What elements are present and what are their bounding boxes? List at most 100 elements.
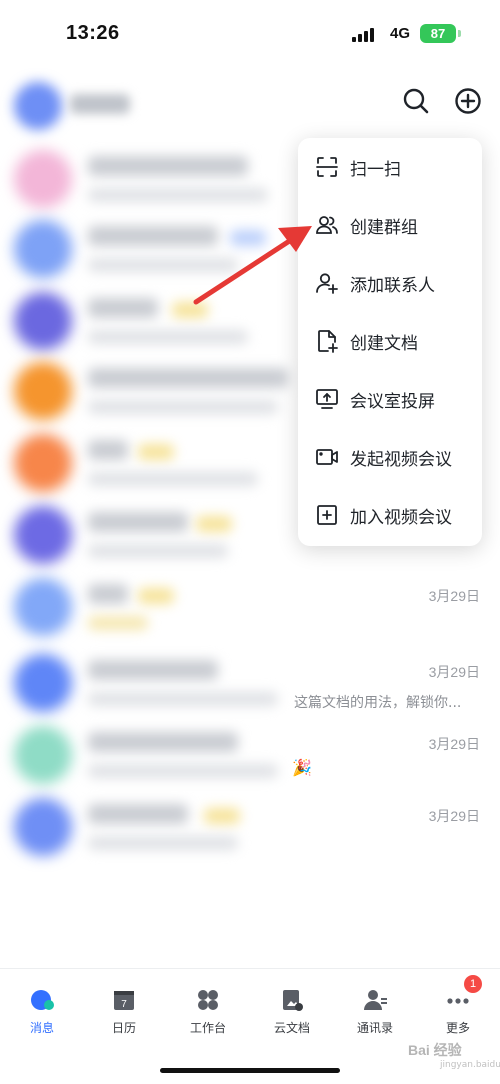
tab-calendar[interactable]: 7 日历 — [94, 985, 154, 1041]
chat-time: 3月29日 — [428, 588, 480, 604]
chat-title — [88, 512, 188, 532]
chat-avatar — [14, 150, 72, 208]
chat-time: 3月29日 — [428, 736, 480, 752]
chat-preview — [88, 544, 228, 558]
chat-preview — [88, 400, 278, 414]
tab-cloud-docs[interactable]: 云文档 — [262, 985, 322, 1041]
chat-title — [88, 440, 128, 460]
menu-label: 发起视频会议 — [350, 449, 452, 470]
chat-title — [88, 584, 128, 604]
chat-avatar — [14, 654, 72, 712]
chat-preview — [88, 330, 248, 344]
chat-tag — [138, 588, 174, 604]
battery-icon: 87 — [420, 24, 456, 43]
home-indicator[interactable] — [160, 1068, 340, 1073]
chat-tag — [230, 230, 266, 246]
chat-row[interactable]: 3月29日 这篇文档的用法，解锁你... — [0, 648, 500, 720]
chat-preview-text: 这篇文档的用法，解锁你... — [294, 695, 462, 711]
menu-item-start-video[interactable]: 发起视频会议 — [298, 428, 482, 486]
menu-item-join-video[interactable]: 加入视频会议 — [298, 486, 482, 544]
chat-tag — [138, 444, 174, 460]
chat-avatar — [14, 506, 72, 564]
chat-title — [88, 156, 248, 176]
watermark-logo: Bai 经验 — [408, 1042, 462, 1058]
scan-icon — [314, 154, 340, 180]
calendar-icon: 7 — [111, 987, 137, 1013]
cloud-doc-icon — [279, 987, 305, 1013]
menu-label: 扫一扫 — [350, 159, 401, 180]
chat-avatar — [14, 726, 72, 784]
chat-time: 3月29日 — [428, 664, 480, 680]
menu-label: 创建群组 — [350, 217, 418, 238]
menu-item-scan[interactable]: 扫一扫 — [298, 138, 482, 196]
menu-label: 添加联系人 — [350, 275, 435, 296]
chat-preview — [88, 472, 258, 486]
chat-preview — [88, 616, 148, 630]
user-avatar[interactable] — [14, 82, 62, 130]
chat-avatar — [14, 362, 72, 420]
search-button[interactable] — [401, 86, 431, 116]
status-bar: 13:26 4G 87 — [0, 0, 500, 64]
chat-title — [88, 226, 218, 246]
chat-row[interactable]: 3月29日 — [0, 572, 500, 644]
tab-label: 更多 — [445, 1021, 470, 1035]
tab-label: 消息 — [29, 1021, 54, 1035]
video-icon — [314, 444, 340, 470]
chat-time: 3月29日 — [428, 808, 480, 824]
chat-avatar — [14, 578, 72, 636]
add-button[interactable] — [453, 86, 483, 116]
chat-tag — [196, 516, 232, 532]
tab-more[interactable]: 1 更多 — [428, 975, 488, 1041]
chat-title — [88, 732, 238, 752]
user-name-blurred — [70, 94, 130, 114]
signal-icon — [352, 26, 382, 42]
menu-label: 创建文档 — [350, 333, 418, 354]
menu-label: 加入视频会议 — [350, 507, 452, 528]
new-doc-icon — [314, 328, 340, 354]
tab-label: 日历 — [111, 1021, 136, 1035]
tab-messages[interactable]: 消息 — [12, 985, 72, 1041]
add-popup-menu: 扫一扫 创建群组 添加联系人 创建文档 会议室投屏 发起视频会议 加入视频会议 — [298, 138, 482, 546]
screen-cast-icon — [314, 386, 340, 412]
tab-workspace[interactable]: 工作台 — [178, 985, 238, 1041]
notification-badge: 1 — [464, 975, 482, 993]
chat-row[interactable]: 3月29日 🎉 — [0, 720, 500, 792]
chat-avatar — [14, 434, 72, 492]
calendar-day: 7 — [121, 999, 127, 1010]
join-meeting-icon — [314, 502, 340, 528]
contacts-icon — [362, 987, 388, 1013]
chat-preview-blurred — [88, 836, 238, 850]
status-time: 13:26 — [66, 22, 120, 44]
chat-title — [88, 368, 288, 388]
menu-item-add-contact[interactable]: 添加联系人 — [298, 254, 482, 312]
chat-title — [88, 804, 188, 824]
tab-label: 通讯录 — [356, 1021, 393, 1035]
chat-preview — [88, 258, 238, 272]
chat-title — [88, 660, 218, 680]
chat-avatar — [14, 798, 72, 856]
chat-preview-blurred — [88, 692, 278, 706]
party-emoji-icon: 🎉 — [292, 758, 312, 777]
chat-avatar — [14, 220, 72, 278]
chat-preview-blurred — [88, 764, 278, 778]
group-icon — [314, 212, 340, 238]
chat-title — [88, 298, 158, 318]
tab-label: 工作台 — [189, 1021, 226, 1035]
plus-circle-icon — [455, 88, 481, 114]
menu-item-create-group[interactable]: 创建群组 — [298, 196, 482, 254]
chat-row[interactable]: 3月29日 — [0, 792, 500, 864]
chat-tag — [172, 302, 208, 318]
message-icon — [29, 987, 55, 1013]
menu-item-screen-cast[interactable]: 会议室投屏 — [298, 370, 482, 428]
chat-preview — [88, 188, 268, 202]
battery-tip — [458, 30, 461, 37]
chat-tag — [204, 808, 240, 824]
search-icon — [403, 88, 429, 114]
tab-label: 云文档 — [273, 1021, 310, 1035]
chat-avatar — [14, 292, 72, 350]
bottom-tab-bar: 消息 7 日历 工作台 云文档 通讯录 1 更多 — [0, 968, 500, 1084]
network-type: 4G — [390, 25, 411, 42]
tab-contacts[interactable]: 通讯录 — [345, 985, 405, 1041]
menu-item-create-doc[interactable]: 创建文档 — [298, 312, 482, 370]
workspace-icon — [195, 987, 221, 1013]
